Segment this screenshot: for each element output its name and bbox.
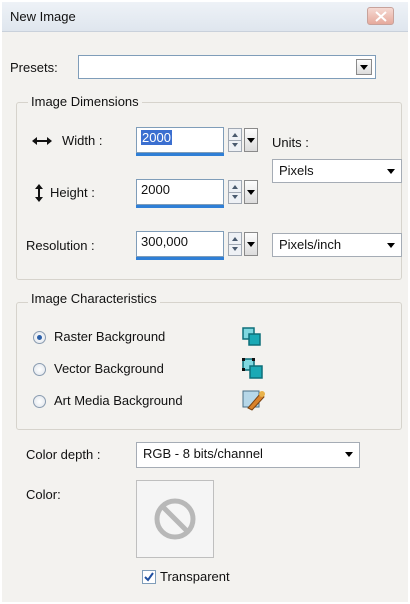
- height-value: 2000: [141, 182, 170, 197]
- presets-dropdown[interactable]: [78, 55, 376, 79]
- color-depth-value: RGB - 8 bits/channel: [143, 446, 263, 461]
- art-media-background-label[interactable]: Art Media Background: [54, 393, 183, 408]
- raster-background-radio[interactable]: [33, 331, 46, 344]
- height-input[interactable]: 2000: [136, 179, 224, 205]
- chevron-down-icon: [387, 169, 395, 174]
- window-title: New Image: [10, 9, 76, 24]
- vector-background-label[interactable]: Vector Background: [54, 361, 164, 376]
- resolution-underline: [136, 257, 224, 260]
- resolution-units-value: Pixels/inch: [279, 237, 342, 252]
- width-arrows-icon: [32, 137, 52, 145]
- height-label: Height :: [50, 185, 95, 200]
- height-arrows-icon: [35, 184, 43, 202]
- color-depth-label: Color depth :: [26, 447, 101, 462]
- title-bar: New Image: [2, 2, 408, 32]
- transparent-checkbox[interactable]: [142, 570, 156, 584]
- presets-dropdown-button[interactable]: [356, 59, 372, 75]
- art-media-background-radio[interactable]: [33, 395, 46, 408]
- width-value: 2000: [141, 130, 172, 145]
- transparent-label[interactable]: Transparent: [160, 569, 230, 584]
- resolution-input[interactable]: 300,000: [136, 231, 224, 257]
- raster-layer-icon: [242, 327, 261, 346]
- art-media-icon: [242, 390, 265, 411]
- width-input[interactable]: 2000: [136, 127, 224, 153]
- color-depth-select[interactable]: RGB - 8 bits/channel: [136, 442, 360, 468]
- height-menu-button[interactable]: [244, 180, 258, 204]
- vector-background-radio[interactable]: [33, 363, 46, 376]
- resolution-label: Resolution :: [26, 238, 95, 253]
- image-characteristics-title: Image Characteristics: [28, 291, 160, 306]
- width-spinner[interactable]: [228, 128, 242, 152]
- raster-background-label[interactable]: Raster Background: [54, 329, 165, 344]
- close-button[interactable]: [367, 7, 394, 25]
- height-spinner[interactable]: [228, 180, 242, 204]
- chevron-down-icon: [387, 243, 395, 248]
- image-dimensions-title: Image Dimensions: [28, 94, 142, 109]
- close-icon: [375, 11, 387, 22]
- units-select[interactable]: Pixels: [272, 159, 402, 183]
- height-underline: [136, 205, 224, 208]
- resolution-units-select[interactable]: Pixels/inch: [272, 233, 402, 257]
- color-swatch[interactable]: [136, 480, 214, 558]
- width-underline: [136, 153, 224, 156]
- width-label: Width :: [62, 133, 103, 148]
- chevron-down-icon: [345, 452, 353, 457]
- units-value: Pixels: [279, 163, 314, 178]
- resolution-value: 300,000: [141, 234, 188, 249]
- presets-label: Presets:: [10, 60, 58, 75]
- vector-layer-icon: [242, 358, 263, 379]
- units-label: Units :: [272, 135, 309, 150]
- resolution-menu-button[interactable]: [244, 232, 258, 256]
- resolution-spinner[interactable]: [228, 232, 242, 256]
- width-menu-button[interactable]: [244, 128, 258, 152]
- no-color-icon: [154, 498, 196, 540]
- checkmark-icon: [144, 572, 154, 582]
- new-image-dialog: New Image Presets: Image Dimensions Widt…: [2, 2, 408, 602]
- color-label: Color:: [26, 487, 61, 502]
